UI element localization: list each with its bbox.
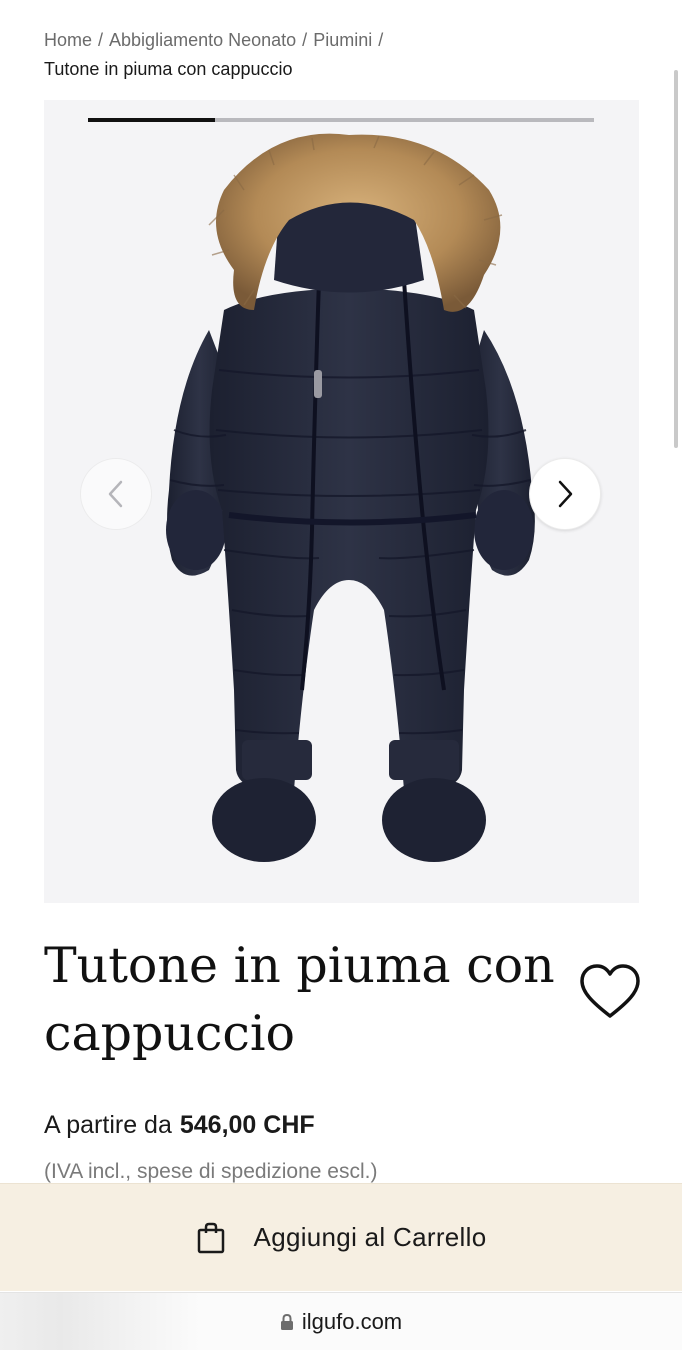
page-scrollbar[interactable] — [674, 70, 678, 448]
browser-address-bar[interactable]: ilgufo.com — [0, 1292, 682, 1350]
add-to-cart-label: Aggiungi al Carrello — [253, 1222, 487, 1252]
lock-icon — [280, 1313, 293, 1330]
price-row: A partire da 546,00 CHF — [44, 1106, 315, 1144]
product-image-gallery[interactable] — [44, 100, 639, 903]
add-to-wishlist-button[interactable] — [578, 962, 642, 1022]
heart-icon — [580, 964, 640, 1018]
breadcrumb-separator: / — [98, 30, 104, 50]
price-prefix: A partire da — [44, 1111, 172, 1139]
breadcrumb-separator: / — [378, 30, 384, 50]
breadcrumb-separator: / — [302, 30, 308, 50]
address-bar-fade — [0, 1293, 200, 1350]
gallery-progress-fill — [88, 118, 215, 122]
chevron-right-icon — [558, 480, 573, 508]
shopping-bag-icon — [197, 1222, 224, 1253]
url-text: ilgufo.com — [301, 1308, 403, 1334]
product-title-line-1: Tutone in piuma con — [44, 937, 555, 994]
gallery-previous-button[interactable] — [80, 458, 152, 530]
add-to-cart-button[interactable]: Aggiungi al Carrello — [0, 1183, 682, 1291]
product-title: Tutone in piuma con cappuccio — [44, 932, 564, 1068]
breadcrumb-abbigliamento-neonato-link[interactable]: Abbigliamento Neonato — [109, 30, 296, 50]
breadcrumb-piumini-link[interactable]: Piumini — [313, 30, 372, 50]
gallery-next-button[interactable] — [529, 458, 601, 530]
price-value: 546,00 CHF — [179, 1111, 315, 1139]
product-image — [166, 133, 535, 862]
breadcrumb-current-page: Tutone in piuma con cappuccio — [44, 59, 293, 79]
chevron-left-icon — [108, 480, 123, 508]
gallery-progress-track — [88, 118, 594, 122]
breadcrumb-home-link[interactable]: Home — [44, 30, 92, 50]
product-title-line-2: cappuccio — [44, 1005, 296, 1062]
breadcrumb: Home / Abbigliamento Neonato / Piumini / Tuto… — [44, 26, 644, 84]
